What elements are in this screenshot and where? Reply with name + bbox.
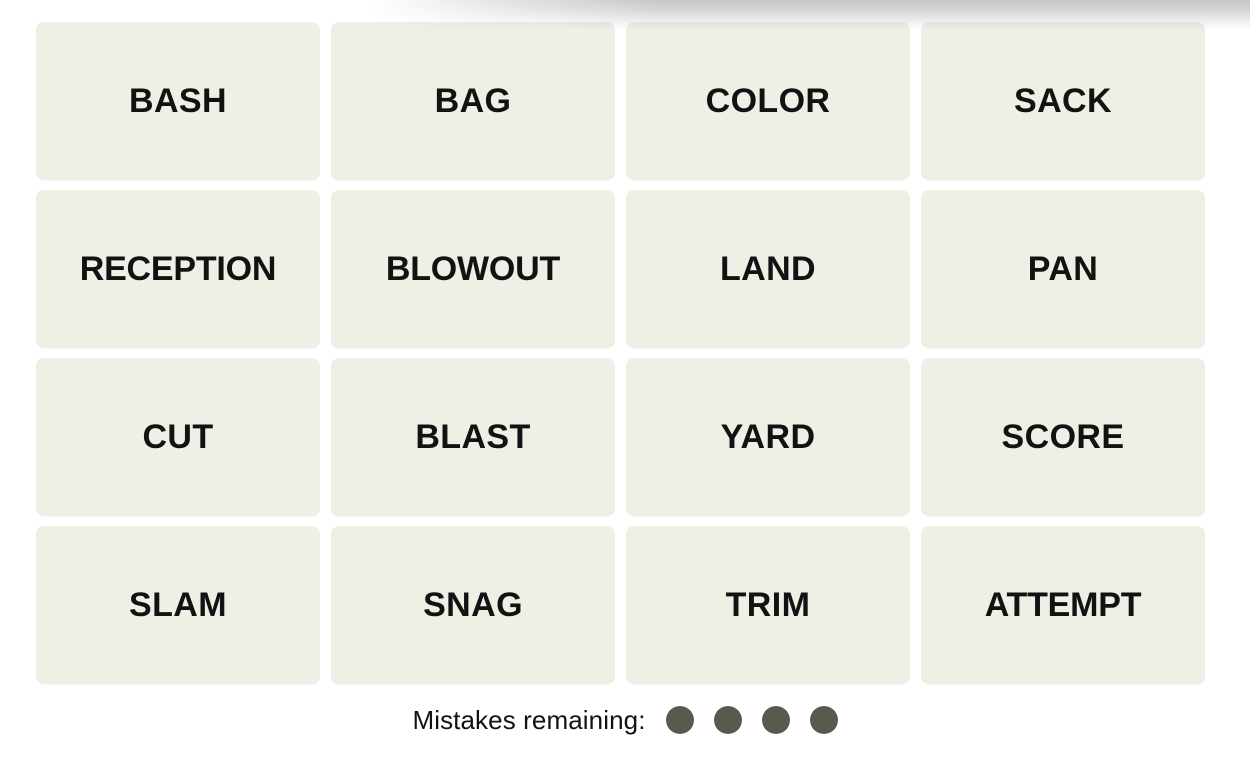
word-tile-cut[interactable]: CUT xyxy=(36,358,320,516)
word-tile-yard[interactable]: YARD xyxy=(626,358,910,516)
word-tile-land[interactable]: LAND xyxy=(626,190,910,348)
word-tile-bash[interactable]: BASH xyxy=(36,22,320,180)
word-tile-blast[interactable]: BLAST xyxy=(331,358,615,516)
word-tile-slam[interactable]: SLAM xyxy=(36,526,320,684)
word-tile-label: BAG xyxy=(434,82,512,120)
mistake-dot-2 xyxy=(713,706,742,734)
word-tile-label: SACK xyxy=(1014,82,1112,120)
word-tile-bag[interactable]: BAG xyxy=(331,22,615,180)
mistakes-remaining-dots xyxy=(665,706,838,734)
word-tile-blowout[interactable]: BLOWOUT xyxy=(331,190,615,348)
word-tile-label: BLOWOUT xyxy=(385,250,561,288)
mistake-dot-3 xyxy=(761,706,790,734)
mistake-dot-4 xyxy=(809,706,838,734)
word-tile-color[interactable]: COLOR xyxy=(626,22,910,180)
connections-game-board: BASH BAG COLOR SACK RECEPTION BLOWOUT LA… xyxy=(36,22,1205,684)
mistakes-remaining-label: Mistakes remaining: xyxy=(412,705,646,735)
word-tile-label: RECEPTION xyxy=(79,250,277,288)
word-tile-label: TRIM xyxy=(725,586,811,624)
word-tile-pan[interactable]: PAN xyxy=(921,190,1205,348)
word-tile-label: CUT xyxy=(142,418,214,456)
word-tile-trim[interactable]: TRIM xyxy=(626,526,910,684)
word-tile-label: SCORE xyxy=(1001,418,1125,456)
word-tile-score[interactable]: SCORE xyxy=(921,358,1205,516)
word-tile-label: PAN xyxy=(1027,250,1099,288)
word-tile-sack[interactable]: SACK xyxy=(921,22,1205,180)
word-tile-label: SLAM xyxy=(129,586,227,624)
word-tile-attempt[interactable]: ATTEMPT xyxy=(921,526,1205,684)
word-tile-snag[interactable]: SNAG xyxy=(331,526,615,684)
word-tile-label: SNAG xyxy=(423,586,523,624)
word-tile-reception[interactable]: RECEPTION xyxy=(36,190,320,348)
word-tile-label: COLOR xyxy=(705,82,831,120)
mistakes-remaining-row: Mistakes remaining: xyxy=(0,706,1250,734)
word-tile-label: LAND xyxy=(719,250,817,288)
word-tile-label: ATTEMPT xyxy=(984,586,1142,624)
word-tile-label: YARD xyxy=(720,418,816,456)
word-tile-label: BASH xyxy=(129,82,227,120)
word-tile-label: BLAST xyxy=(415,418,531,456)
mistake-dot-1 xyxy=(665,706,694,734)
